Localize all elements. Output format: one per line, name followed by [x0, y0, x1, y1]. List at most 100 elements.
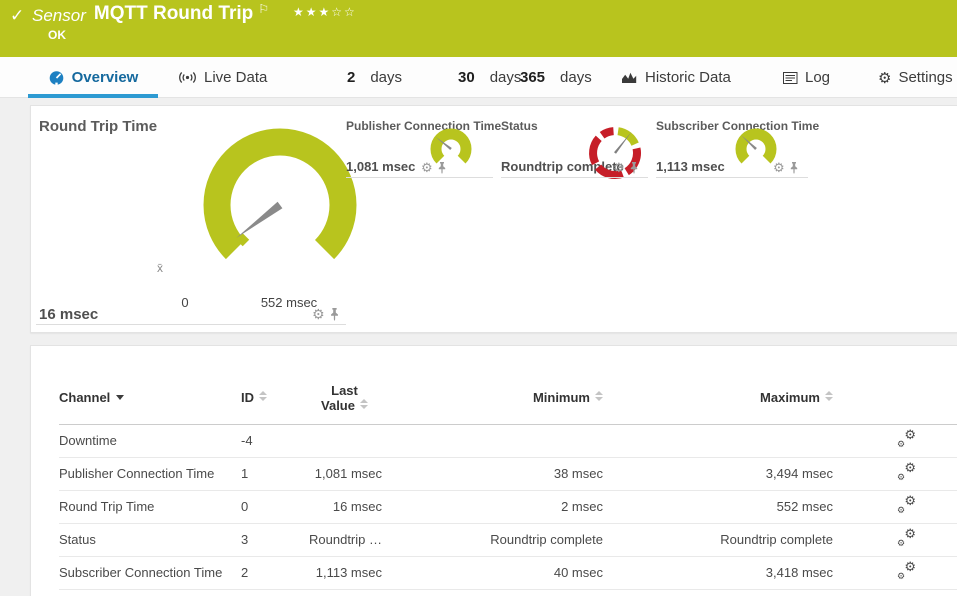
table-row: Subscriber Connection Time 2 1,113 msec … [59, 556, 957, 590]
settings-gear-icon: ⚙ [878, 69, 892, 87]
gear-icon[interactable]: ⚙ [312, 307, 325, 321]
sort-icon [595, 391, 603, 402]
historic-data-icon [622, 72, 637, 83]
gear-icon[interactable]: ⚙ [421, 161, 433, 174]
tab-number: 365 [520, 69, 546, 86]
channel-last-value [307, 424, 382, 458]
gauge-needle [236, 201, 283, 239]
flag-icon[interactable]: ⚐ [258, 2, 269, 16]
tab-label: days [370, 69, 403, 86]
tab-label: Overview [71, 69, 139, 86]
column-label: Maximum [760, 390, 820, 406]
table-row: Status 3 Roundtrip … Roundtrip complete … [59, 523, 957, 557]
tab-label: days [489, 69, 522, 86]
channel-minimum: Roundtrip complete [382, 523, 603, 557]
gear-icon: ⚙ [904, 427, 916, 442]
tile-divider [501, 177, 648, 178]
gauge-value: 16 msec [39, 306, 99, 323]
gear-icon[interactable]: ⚙ [773, 161, 785, 174]
tab-number: 30 [458, 69, 475, 86]
sort-icon [259, 391, 267, 402]
column-label: Last [331, 382, 358, 398]
channel-maximum: 3,418 msec [603, 556, 833, 590]
channel-last-value: 1,081 msec [307, 457, 382, 491]
gear-icon: ⚙ [897, 439, 906, 449]
tab-log[interactable]: Log [783, 57, 830, 98]
column-header-id[interactable]: ID [241, 372, 307, 425]
channels-panel: Channel ID Last Value Minimum Maximum Do… [30, 345, 957, 596]
column-header-maximum[interactable]: Maximum [603, 372, 833, 425]
channel-name: Publisher Connection Time [59, 457, 241, 491]
channel-maximum [603, 424, 833, 458]
channel-id: 0 [241, 490, 307, 524]
tab-settings[interactable]: ⚙ Settings [878, 57, 953, 98]
tab-live-data[interactable]: Live Data [178, 57, 267, 98]
gear-icon: ⚙ [904, 493, 916, 508]
channel-settings-icon[interactable]: ⚙ ⚙ [897, 560, 916, 581]
channel-id: 1 [241, 457, 307, 491]
pin-icon[interactable] [329, 307, 340, 321]
gear-icon: ⚙ [904, 526, 916, 541]
channel-settings-icon[interactable]: ⚙ ⚙ [897, 427, 916, 449]
priority-stars[interactable]: ★★★☆☆ [293, 5, 357, 19]
gear-icon: ⚙ [897, 571, 906, 581]
table-row: Publisher Connection Time 1 1,081 msec 3… [59, 457, 957, 491]
channel-maximum: 3,494 msec [603, 457, 833, 491]
tab-historic-data[interactable]: Historic Data [621, 57, 731, 98]
pin-icon[interactable] [789, 161, 799, 174]
tab-30-days[interactable]: 30 days [458, 57, 521, 98]
channels-table: Channel ID Last Value Minimum Maximum Do… [59, 372, 957, 590]
table-row: Downtime -4 ⚙ ⚙ [59, 424, 957, 458]
gear-icon: ⚙ [904, 460, 916, 475]
tab-label: Live Data [204, 69, 268, 86]
round-trip-time-gauge [203, 128, 357, 260]
gauge-title: Round Trip Time [39, 118, 158, 135]
gear-icon[interactable]: ⚙ [613, 161, 625, 174]
column-header-minimum[interactable]: Minimum [382, 372, 603, 425]
channel-minimum: 2 msec [382, 490, 603, 524]
tab-label: Historic Data [645, 69, 731, 86]
tile-divider [36, 324, 346, 325]
live-data-icon [179, 72, 196, 83]
sensor-status-text: OK [48, 28, 66, 42]
log-icon [783, 71, 798, 84]
gear-icon: ⚙ [897, 538, 906, 548]
channel-settings-icon[interactable]: ⚙ ⚙ [897, 460, 916, 482]
tab-label: Log [805, 69, 831, 86]
sort-caret-icon [116, 395, 125, 401]
channel-name: Downtime [59, 424, 241, 458]
channel-maximum: 552 msec [603, 490, 833, 524]
tab-2-days[interactable]: 2 days [347, 57, 402, 98]
channel-id: -4 [241, 424, 307, 458]
pin-icon[interactable] [629, 161, 639, 174]
column-header-actions [833, 372, 957, 425]
gear-icon: ⚙ [897, 472, 906, 482]
channel-name: Subscriber Connection Time [59, 556, 241, 590]
gauge-title: Status [501, 119, 538, 133]
channel-settings-icon[interactable]: ⚙ ⚙ [897, 493, 916, 515]
sensor-page: ✓ Sensor MQTT Round Trip ⚐ ★★★☆☆ OK Over… [0, 0, 957, 596]
sort-icon [825, 391, 833, 402]
gauge-scale-min: 0 [181, 295, 189, 310]
column-header-channel[interactable]: Channel [59, 372, 241, 425]
channel-last-value: 1,113 msec [307, 556, 382, 590]
gauge-value: 1,113 msec [656, 159, 725, 174]
channel-settings-icon[interactable]: ⚙ ⚙ [897, 526, 916, 548]
tab-365-days[interactable]: 365 days [520, 57, 592, 98]
tab-overview[interactable]: Overview [28, 57, 158, 98]
channel-minimum [382, 424, 603, 458]
sort-icon [359, 398, 368, 409]
channel-last-value: Roundtrip … [307, 523, 382, 557]
column-header-last-value[interactable]: Last Value [307, 372, 382, 425]
status-check-icon: ✓ [10, 6, 25, 25]
gauge-title: Publisher Connection Time [346, 119, 502, 133]
column-label: Minimum [532, 390, 590, 406]
channel-maximum: Roundtrip complete [603, 523, 833, 557]
pin-icon[interactable] [437, 161, 447, 174]
channel-last-value: 16 msec [307, 490, 382, 524]
gauge-icon [49, 70, 63, 86]
sensor-title-line: Sensor MQTT Round Trip ⚐ ★★★☆☆ [32, 2, 357, 26]
tab-number: 2 [347, 69, 356, 86]
tab-label: Settings [898, 69, 953, 86]
tile-divider [346, 177, 493, 178]
